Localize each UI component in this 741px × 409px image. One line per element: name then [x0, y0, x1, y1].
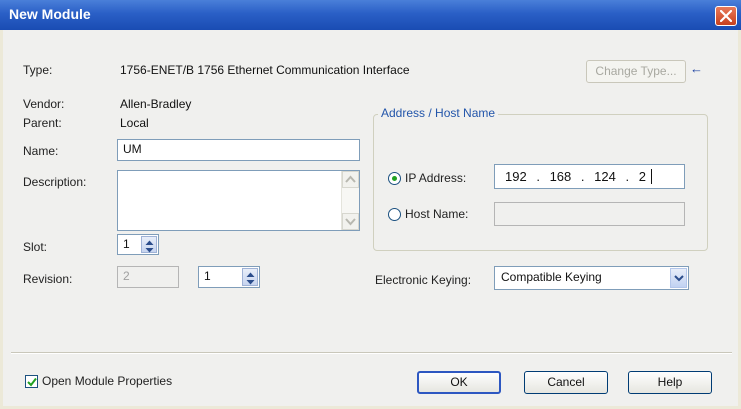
revision-spin-buttons[interactable]: [242, 268, 258, 286]
electronic-keying-label: Electronic Keying:: [375, 273, 472, 287]
ip-address-radio[interactable]: [388, 172, 401, 185]
cancel-button[interactable]: Cancel: [524, 371, 608, 394]
help-button[interactable]: Help: [628, 371, 712, 394]
host-name-label: Host Name:: [405, 207, 469, 221]
slot-spin-buttons[interactable]: [141, 236, 157, 253]
pointer-arrow-icon: ←: [690, 61, 703, 76]
chevron-down-icon: [674, 275, 684, 282]
ip-address-label: IP Address:: [405, 171, 467, 185]
address-group-title: Address / Host Name: [378, 106, 499, 120]
ip-octet-2: 168: [549, 169, 572, 184]
description-scrollbar[interactable]: [341, 171, 359, 230]
radio-selected-dot: [392, 176, 397, 181]
revision-minor-spinner[interactable]: 1: [198, 266, 260, 288]
electronic-keying-select[interactable]: Compatible Keying: [494, 266, 689, 290]
host-name-input: [494, 202, 685, 226]
up-down-arrows-icon: [246, 272, 255, 285]
scroll-down-icon[interactable]: [342, 213, 359, 230]
text-cursor: [650, 169, 652, 184]
dialog-body: Type: 1756-ENET/B 1756 Ethernet Communic…: [3, 30, 738, 406]
parent-label: Parent:: [23, 116, 62, 130]
host-name-radio[interactable]: [388, 208, 401, 221]
scroll-up-icon[interactable]: [342, 171, 359, 188]
keying-dropdown-button[interactable]: [670, 268, 687, 288]
revision-label: Revision:: [23, 272, 73, 286]
name-input[interactable]: UM: [117, 139, 360, 161]
ok-button[interactable]: OK: [417, 371, 501, 394]
close-icon: [720, 10, 732, 22]
ip-dot-1: .: [536, 169, 540, 184]
ip-octet-4: 2: [638, 169, 646, 184]
change-type-button[interactable]: Change Type...: [586, 60, 686, 83]
vendor-label: Vendor:: [23, 97, 65, 111]
electronic-keying-value: Compatible Keying: [501, 270, 602, 284]
ip-address-input[interactable]: 192 . 168 . 124 . 2: [494, 164, 685, 189]
open-module-properties-label: Open Module Properties: [42, 374, 173, 388]
parent-value: Local: [120, 116, 149, 130]
open-module-properties-checkbox[interactable]: [25, 375, 38, 388]
description-textarea[interactable]: [117, 170, 360, 231]
name-label: Name:: [23, 144, 59, 158]
title-bar[interactable]: New Module: [0, 0, 741, 30]
description-label: Description:: [23, 175, 87, 189]
dialog-title: New Module: [9, 6, 91, 22]
revision-minor-value: 1: [204, 269, 211, 283]
slot-spinner[interactable]: 1: [117, 234, 159, 255]
type-value: 1756-ENET/B 1756 Ethernet Communication …: [120, 63, 410, 77]
type-label: Type:: [23, 63, 53, 77]
ip-octet-3: 124: [594, 169, 616, 184]
footer-separator: [11, 352, 732, 354]
ip-octet-1: 192: [505, 169, 527, 184]
up-down-arrows-icon: [145, 240, 154, 253]
new-module-dialog: New Module Type: 1756-ENET/B 1756 Ethern…: [0, 0, 741, 409]
close-button[interactable]: [715, 6, 737, 26]
vendor-value: Allen-Bradley: [120, 97, 192, 111]
checkmark-icon: [27, 377, 37, 387]
revision-major-input: 2: [117, 266, 179, 288]
slot-value: 1: [123, 237, 130, 251]
slot-label: Slot:: [23, 240, 48, 254]
ip-dot-3: .: [625, 169, 630, 184]
ip-dot-2: .: [580, 169, 585, 184]
